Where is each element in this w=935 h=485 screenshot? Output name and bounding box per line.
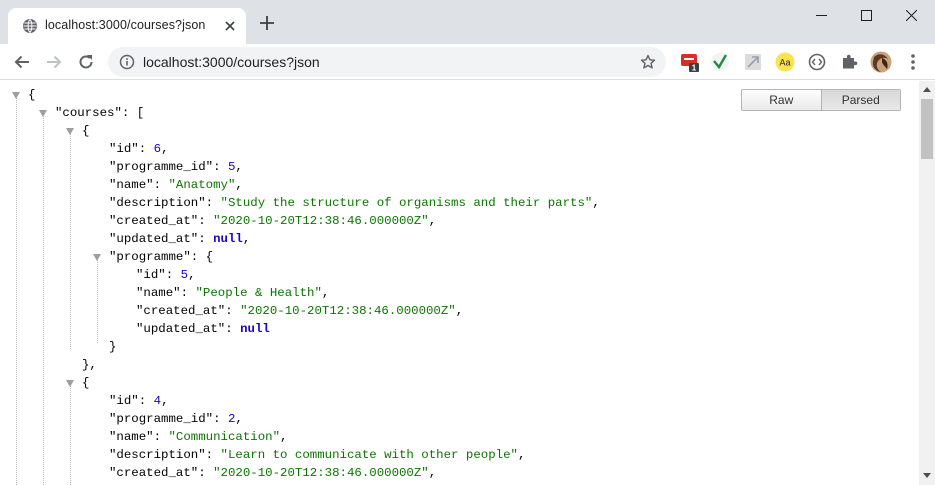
extension-badge: 1 [692,64,697,73]
url-text[interactable]: localhost:3000/courses?json [143,54,320,70]
json-number: 5 [180,268,189,282]
code-circle-extension-icon[interactable] [807,52,827,72]
json-string: "Study the structure of organisms and th… [220,196,593,210]
json-key: "description" [109,196,206,210]
json-line: "id": 5, [136,268,196,282]
indent-guide [43,113,44,485]
json-line: { [82,124,90,138]
green-check-extension-icon[interactable] [710,52,730,72]
json-line: "id": 6, [109,142,169,156]
json-line: }, [82,358,97,372]
view-toggle: Raw Parsed [741,89,901,111]
profile-avatar-icon[interactable] [870,51,892,73]
json-key: "created_at" [109,466,199,480]
json-key: "programme_id" [109,160,214,174]
json-line: "updated_at": null [136,322,270,336]
json-key: "id" [109,142,139,156]
json-line: "created_at": "2020-10-20T12:38:46.00000… [109,466,437,480]
puzzle-extensions-icon[interactable] [839,52,859,72]
extension-aa-label: Aa [779,58,790,68]
json-line: "programme_id": 2, [109,412,243,426]
browser-toolbar: localhost:3000/courses?json 1 Aa [0,44,935,80]
json-string: "2020-10-20T12:38:46.000000Z" [240,304,456,318]
json-key: "programme_id" [109,412,214,426]
json-string: "2020-10-20T12:38:46.000000Z" [213,214,429,228]
scroll-up-arrow-icon[interactable] [923,87,931,92]
json-key: "updated_at" [136,322,226,336]
json-line: "name": "People & Health", [136,286,330,300]
forward-arrow-icon[interactable] [44,52,64,72]
json-line: "programme_id": 5, [109,160,243,174]
more-menu-icon[interactable] [905,52,921,72]
json-line: "updated_at": null, [109,232,251,246]
json-line: "programme": { [109,250,214,264]
collapse-arrow-icon[interactable] [12,92,20,99]
json-viewer: { "courses": [ { "id": 6, "programme_id"… [0,81,919,485]
json-line: "created_at": "2020-10-20T12:38:46.00000… [109,214,437,228]
close-window-button[interactable] [889,0,934,30]
json-number: 6 [153,142,162,156]
address-bar[interactable]: localhost:3000/courses?json [108,47,666,77]
json-key: "name" [109,178,154,192]
json-line: "name": "Communication", [109,430,288,444]
json-line: "created_at": "2020-10-20T12:38:46.00000… [136,304,464,318]
indent-guide [97,257,98,343]
json-key: "programme" [109,250,191,264]
info-icon[interactable] [119,54,135,75]
json-line: "id": 4, [109,394,169,408]
json-null: null [240,322,270,336]
json-number: 4 [153,394,162,408]
json-string: "2020-10-20T12:38:46.000000Z" [213,466,429,480]
scroll-down-arrow-icon[interactable] [923,473,931,478]
json-key: "name" [109,430,154,444]
grey-extension-icon[interactable] [743,52,763,72]
json-punct: { [28,88,36,102]
json-line: { [28,86,35,104]
parsed-button[interactable]: Parsed [820,90,900,110]
json-key: "created_at" [109,214,199,228]
json-string: "Learn to communicate with other people" [220,448,518,462]
maximize-button[interactable] [844,0,889,30]
json-line: "name": "Anatomy", [109,178,243,192]
json-key: "description" [109,448,206,462]
raw-button[interactable]: Raw [742,90,821,110]
red-extension-icon[interactable]: 1 [680,52,700,73]
json-key: "id" [136,268,166,282]
indent-guide [70,131,71,349]
title-bar: localhost:3000/courses?json [0,0,935,44]
globe-icon [22,18,38,34]
json-line: "description": "Study the structure of o… [109,196,600,210]
json-line: "courses": [ [55,106,145,120]
indent-guide [16,95,17,485]
scrollbar-thumb[interactable] [921,99,933,159]
collapse-arrow-icon[interactable] [66,128,74,135]
vertical-scrollbar[interactable] [919,81,935,485]
json-key: "updated_at" [109,232,199,246]
json-line: { [82,376,90,390]
json-null: null [213,232,243,246]
yellow-aa-extension-icon[interactable]: Aa [775,52,795,72]
json-line: "description": "Learn to communicate wit… [109,448,526,462]
collapse-arrow-icon[interactable] [39,110,47,117]
json-line: } [109,340,117,354]
json-key: "name" [136,286,181,300]
json-key: "id" [109,394,139,408]
json-key: "courses" [55,106,122,120]
browser-tab[interactable]: localhost:3000/courses?json [8,8,246,44]
collapse-arrow-icon[interactable] [66,380,74,387]
close-tab-icon[interactable] [222,18,238,34]
json-string: "Anatomy" [168,178,236,192]
json-string: "Communication" [168,430,281,444]
collapse-arrow-icon[interactable] [93,254,101,261]
indent-guide [70,384,71,485]
minimize-button[interactable] [799,0,844,30]
reload-icon[interactable] [76,52,96,72]
json-string: "People & Health" [195,286,322,300]
tab-title: localhost:3000/courses?json [45,18,206,32]
json-key: "created_at" [136,304,226,318]
bookmark-star-icon[interactable] [640,54,656,75]
back-arrow-icon[interactable] [12,52,32,72]
new-tab-icon[interactable] [259,15,275,31]
